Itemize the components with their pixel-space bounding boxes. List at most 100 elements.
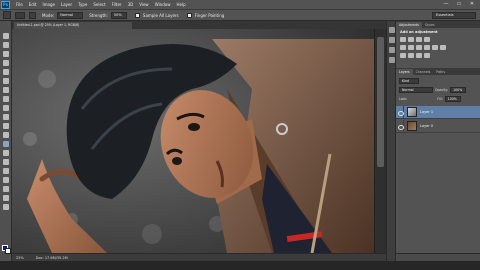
mode-label: Mode: — [42, 12, 55, 18]
menu-window[interactable]: Window — [155, 0, 171, 9]
opacity-input[interactable]: 100% — [450, 86, 467, 93]
history-brush-tool-icon[interactable] — [3, 114, 9, 120]
layers-panel-footer — [396, 253, 480, 261]
options-bar: Mode: Normal Strength: 50% Sample All La… — [0, 9, 480, 21]
mode-select[interactable]: Normal — [57, 11, 84, 19]
gradient-map-icon[interactable] — [424, 53, 430, 58]
document-canvas[interactable] — [12, 29, 374, 253]
fill-input[interactable]: 100% — [444, 95, 461, 102]
maximize-button[interactable]: ▭ — [453, 0, 465, 9]
menu-bar: Ps File Edit Image Layer Type Select Fil… — [0, 0, 480, 9]
layer-kind-filter[interactable]: Kind — [399, 77, 419, 84]
lock-fill-row: Lock: Fill: 100% — [399, 95, 461, 102]
visibility-eye-icon[interactable] — [396, 119, 404, 133]
smudge-tool-icon[interactable] — [3, 11, 11, 19]
adjustments-panel-tabs: Adjustments Styles — [396, 21, 480, 28]
character-panel-icon[interactable] — [389, 47, 395, 53]
menu-view[interactable]: View — [139, 0, 149, 9]
vibrance-icon[interactable] — [400, 45, 406, 50]
status-bar: 25% Doc: 17.6M/35.2M — [12, 253, 386, 261]
menu-file[interactable]: File — [16, 0, 23, 9]
hue-saturation-icon[interactable] — [408, 45, 414, 50]
portrait-photo — [12, 29, 374, 253]
panel-dock-icons — [386, 21, 396, 261]
threshold-icon[interactable] — [416, 53, 422, 58]
tab-layers[interactable]: Layers — [396, 69, 413, 75]
move-tool-icon[interactable] — [3, 33, 9, 39]
type-tool-icon[interactable] — [3, 168, 9, 174]
clone-stamp-tool-icon[interactable] — [3, 105, 9, 111]
hand-tool-icon[interactable] — [3, 195, 9, 201]
brush-preset-picker[interactable] — [15, 11, 25, 19]
menu-edit[interactable]: Edit — [29, 0, 37, 9]
photo-filter-icon[interactable] — [432, 45, 438, 50]
layer-row-layer-0[interactable]: Layer 0 — [396, 119, 480, 133]
taskbar-strip — [0, 261, 480, 270]
menu-filter[interactable]: Filter — [112, 0, 122, 9]
eraser-tool-icon[interactable] — [3, 123, 9, 129]
menu-type[interactable]: Type — [78, 0, 87, 9]
eyedropper-tool-icon[interactable] — [3, 78, 9, 84]
brush-tool-icon[interactable] — [3, 96, 9, 102]
layer-name[interactable]: Layer 1 — [420, 110, 433, 114]
workspace-select[interactable]: Essentials — [432, 12, 476, 19]
zoom-tool-icon[interactable] — [3, 204, 9, 210]
menu-image[interactable]: Image — [42, 0, 55, 9]
properties-panel-icon[interactable] — [389, 37, 395, 43]
tab-adjustments[interactable]: Adjustments — [396, 22, 422, 28]
pen-tool-icon[interactable] — [3, 159, 9, 165]
photoshop-logo-icon: Ps — [1, 0, 10, 9]
sample-all-layers-checkbox[interactable] — [134, 12, 140, 18]
close-button[interactable]: ✕ — [466, 0, 478, 9]
crop-tool-icon[interactable] — [3, 69, 9, 75]
brush-panel-icon[interactable] — [29, 11, 36, 19]
healing-brush-tool-icon[interactable] — [3, 87, 9, 93]
curves-icon[interactable] — [416, 37, 422, 42]
finger-painting-checkbox[interactable] — [186, 12, 192, 18]
zoom-level[interactable]: 25% — [16, 256, 24, 260]
menu-select[interactable]: Select — [93, 0, 105, 9]
levels-icon[interactable] — [408, 37, 414, 42]
menu-help[interactable]: Help — [176, 0, 185, 9]
menu-layer[interactable]: Layer — [61, 0, 72, 9]
lasso-tool-icon[interactable] — [3, 51, 9, 57]
smudge-tool-button-icon[interactable] — [3, 141, 9, 147]
strength-input[interactable]: 50% — [110, 11, 127, 19]
canvas-vertical-scrollbar[interactable] — [374, 29, 386, 253]
tab-channels[interactable]: Channels — [413, 69, 434, 75]
menu-3d[interactable]: 3D — [128, 0, 134, 9]
scrollbar-thumb[interactable] — [377, 37, 384, 167]
shape-tool-icon[interactable] — [3, 186, 9, 192]
blend-mode-select[interactable]: Normal — [399, 86, 433, 93]
path-selection-tool-icon[interactable] — [3, 177, 9, 183]
channel-mixer-icon[interactable] — [440, 45, 446, 50]
visibility-eye-icon[interactable] — [396, 105, 404, 119]
background-color-swatch[interactable] — [5, 248, 11, 254]
history-panel-icon[interactable] — [389, 27, 395, 33]
invert-icon[interactable] — [400, 53, 406, 58]
document-size-info[interactable]: Doc: 17.6M/35.2M — [36, 256, 68, 260]
adjustment-icons-row-3 — [400, 53, 430, 59]
layer-thumbnail — [407, 107, 417, 117]
posterize-icon[interactable] — [408, 53, 414, 58]
lock-icons[interactable] — [409, 96, 435, 102]
marquee-tool-icon[interactable] — [3, 42, 9, 48]
opacity-label: Opacity: — [435, 87, 449, 92]
tab-paths[interactable]: Paths — [433, 69, 448, 75]
tab-styles[interactable]: Styles — [422, 22, 438, 28]
layer-row-layer-1[interactable]: Layer 1 — [396, 105, 480, 119]
layer-name[interactable]: Layer 0 — [420, 124, 433, 128]
gradient-tool-icon[interactable] — [3, 132, 9, 138]
minimize-button[interactable]: — — [440, 0, 452, 9]
adjustments-title: Add an adjustment — [400, 30, 438, 34]
exposure-icon[interactable] — [424, 37, 430, 42]
document-tab[interactable]: Untitled-1.psd @ 25% (Layer 1, RGB/8) — [14, 22, 132, 29]
color-balance-icon[interactable] — [416, 45, 422, 50]
dodge-tool-icon[interactable] — [3, 150, 9, 156]
adjustment-icons-row-1 — [400, 37, 430, 43]
black-white-icon[interactable] — [424, 45, 430, 50]
paragraph-panel-icon[interactable] — [389, 57, 395, 63]
brightness-contrast-icon[interactable] — [400, 37, 406, 42]
fill-label: Fill: — [437, 96, 443, 101]
quick-select-tool-icon[interactable] — [3, 60, 9, 66]
